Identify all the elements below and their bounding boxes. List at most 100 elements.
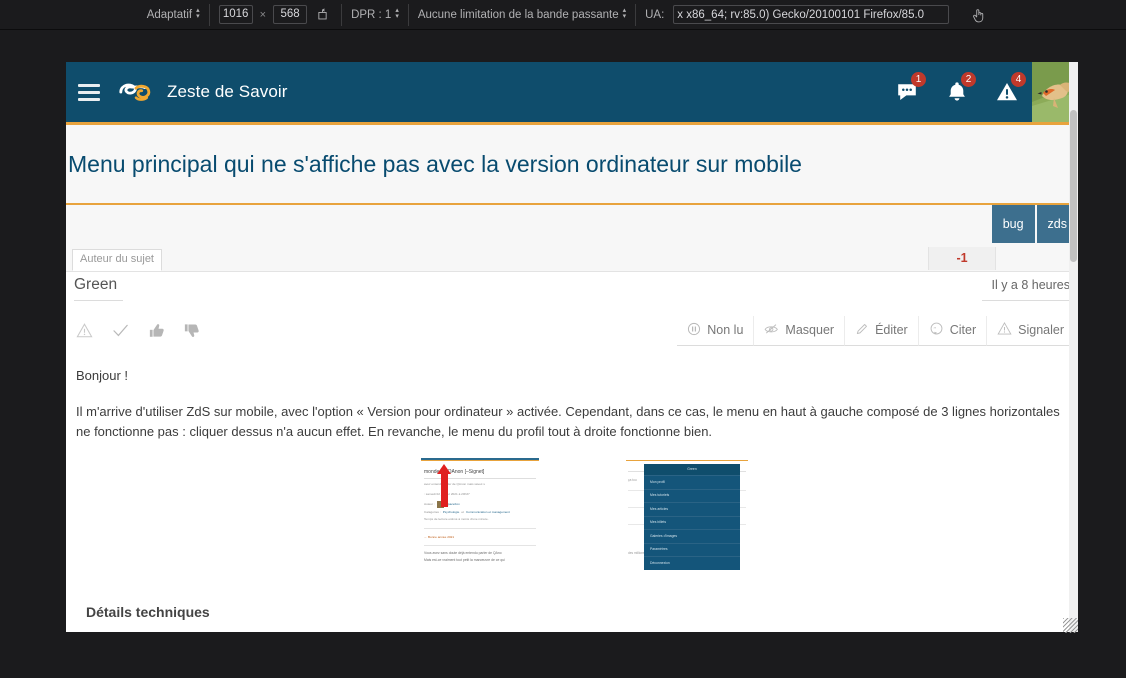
device-selector-group: Adaptatif ▴ ▾ [138,3,210,26]
dpr-group: DPR : 1 ▴ ▾ [342,3,409,26]
dropdown-item-tutorials: Mes tutoriels [644,488,740,502]
screenshot-a-content: monde de QAnon [–Signet] avez entendu pa… [421,458,539,564]
mini-nav-prev: ← Bonne année 2021 [424,534,455,539]
viewport-height-input[interactable] [273,5,308,24]
dropdown-item-posts: Mes billets [644,515,740,529]
mini-body-line-2: Mais est-ce vraiment tout petit la manœu… [424,558,505,563]
hide-eye-icon [764,322,779,339]
dropdown-item-galleries: Galeries d'images [644,529,740,542]
page-scrollbar[interactable] [1069,62,1078,632]
throttling-label: Aucune limitation de la bande passante [417,8,619,21]
hide-label: Masquer [785,323,835,338]
report-label: Signaler [1018,323,1064,338]
technical-details-title: Détails techniques [86,604,210,621]
forum-post: Auteur du sujet -1 Green Il y a 8 heures [66,242,1078,632]
notifications-icon[interactable]: 2 [932,62,982,122]
post-paragraph-description: Il m'arrive d'utiliser ZdS sur mobile, a… [76,403,1060,439]
screenshot-forum-post-with-red-arrow[interactable]: monde de QAnon [–Signet] avez entendu pa… [421,458,539,571]
dropdown-item-settings: Paramètres [644,542,740,556]
dpr-select[interactable]: DPR : 1 ▴ ▾ [351,6,399,21]
dpr-label: DPR : 1 [351,8,392,21]
site-header: Zeste de Savoir 1 2 4 [66,62,1078,125]
screenshot-b-content: ça tou des millions de personnes — y com… [626,460,748,571]
post-score: -1 [928,246,996,271]
site-title[interactable]: Zeste de Savoir [167,82,288,102]
rendered-page-viewport: Zeste de Savoir 1 2 4 Menu principal qui… [66,62,1078,632]
edit-button[interactable]: Éditer [844,315,918,346]
mark-useful-icon[interactable] [111,321,130,340]
post-actions: Non lu Masquer Éditer ” Citer Signaler [66,315,1078,354]
alert-post-icon[interactable] [76,322,93,339]
edit-pencil-icon [855,322,869,339]
svg-text:”: ” [933,326,936,333]
viewport-resize-grip-corner[interactable] [1063,618,1078,633]
mini-author-label: Auteur : [424,501,435,506]
page-content: Menu principal qui ne s'affiche pas avec… [66,125,1078,632]
post-screenshots: monde de QAnon [–Signet] avez entendu pa… [76,458,1068,576]
mini-category-join: et [461,509,464,514]
touch-simulation-icon[interactable] [968,5,988,25]
responsive-design-mode-toolbar: Adaptatif ▴▾ × DPR : 1 ▴▾ Aucune limitat… [0,0,1126,30]
viewport-width-input[interactable] [218,5,253,24]
device-select-label: Adaptatif [146,8,193,21]
user-agent-input[interactable] [673,5,950,24]
topic-tags: bug zds [66,204,1078,243]
dropdown-item-logout: Déconnexion [644,556,740,569]
quote-icon: ” [929,322,944,339]
technical-details-section: Détails techniques JavaScript est bien a… [76,576,1068,632]
edit-label: Éditer [875,323,908,338]
quote-button[interactable]: ” Citer [917,315,987,346]
size-separator: × [259,8,267,21]
report-warning-icon [997,321,1012,339]
profile-dropdown: Green Mon profil Mes tutoriels Mes artic… [644,464,740,571]
alerts-icon[interactable]: 4 [982,62,1032,122]
network-throttling-select[interactable]: Aucune limitation de la bande passante ▴… [417,7,626,21]
viewport-resize-handle-bottom[interactable] [66,632,1078,638]
post-paragraph-greeting: Bonjour ! [76,367,129,383]
author-badge: Auteur du sujet [72,248,162,271]
date-underline [982,299,1070,301]
topic-header: Menu principal qui ne s'affiche pas avec… [66,125,1078,243]
author-underline [74,299,123,301]
dropdown-item-profile: Mon profil [644,475,740,488]
tag-bug[interactable]: bug [991,204,1035,243]
report-button[interactable]: Signaler [986,315,1074,346]
viewport-size-group: × [210,3,343,26]
scrollbar-thumb[interactable] [1070,110,1077,262]
post-topbar: Auteur du sujet -1 [66,242,1078,272]
zeste-de-savoir-page: Zeste de Savoir 1 2 4 Menu principal qui… [66,62,1078,632]
hide-button[interactable]: Masquer [753,315,845,346]
throttling-group: Aucune limitation de la bande passante ▴… [409,3,637,26]
chevron-updown-icon: ▴ ▾ [196,6,200,20]
mini-category-label: Catégories : [424,509,441,514]
zeste-de-savoir-logo-icon[interactable] [116,76,156,108]
post-vote-icons [76,316,200,346]
messages-icon[interactable]: 1 [882,62,932,122]
mark-unread-button[interactable]: Non lu [677,316,754,346]
mark-unread-label: Non lu [707,323,744,338]
screenshot-profile-dropdown-menu[interactable]: ça tou des millions de personnes — y com… [626,458,748,571]
viewport-resize-handle-right[interactable] [1078,62,1084,632]
dropdown-item-articles: Mes articles [644,502,740,515]
thumbs-down-icon[interactable] [183,322,200,339]
device-select[interactable]: Adaptatif ▴ ▾ [146,6,200,21]
mini-category-a: Psychologie [442,509,460,514]
post-body: Bonjour ! Il m'arrive d'utiliser ZdS sur… [66,354,1078,632]
mark-unread-icon [687,322,701,339]
rotate-viewport-icon[interactable] [312,5,332,25]
dropdown-username: Green [644,464,740,476]
chevron-updown-icon: ▴ ▾ [395,6,399,20]
post-date[interactable]: Il y a 8 heures [991,278,1070,292]
post-meta: Green Il y a 8 heures [66,272,1078,316]
header-actions: 1 2 4 [882,62,1078,122]
alerts-badge: 4 [1011,72,1026,87]
hamburger-menu-icon[interactable] [66,62,112,122]
post-action-buttons: Non lu Masquer Éditer ” Citer Signaler [677,315,1074,346]
thumbs-up-icon[interactable] [148,322,165,339]
mini-reading-time: Temps de lecture estimé à moins d'une mi… [424,516,489,521]
quote-label: Citer [949,323,977,338]
user-agent-group: UA: [636,4,958,26]
messages-badge: 1 [911,72,926,87]
post-author-name[interactable]: Green [74,276,117,294]
page-title: Menu principal qui ne s'affiche pas avec… [68,151,802,177]
